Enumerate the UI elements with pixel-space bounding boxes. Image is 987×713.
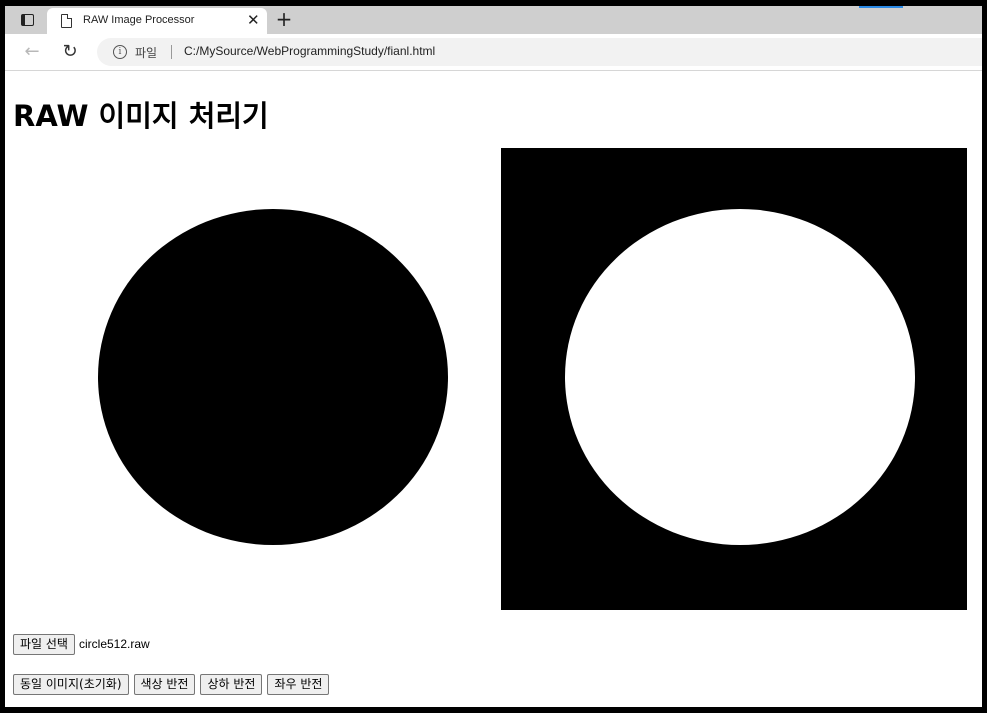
new-tab-icon[interactable]: + — [273, 8, 295, 30]
browser-tab[interactable]: RAW Image Processor ✕ — [47, 8, 267, 34]
page-content: RAW 이미지 처리기 파일 선택 circle512.raw 동일 이미지(초… — [5, 71, 982, 707]
white-circle — [565, 209, 915, 545]
selected-file-name: circle512.raw — [78, 637, 150, 651]
address-separator — [171, 45, 172, 59]
file-input: 파일 선택 circle512.raw — [13, 633, 150, 655]
original-image-canvas — [34, 148, 500, 610]
black-circle — [98, 209, 448, 545]
page-title: RAW 이미지 처리기 — [13, 99, 269, 133]
reset-image-button[interactable]: 동일 이미지(초기화) — [13, 674, 129, 695]
choose-file-button[interactable]: 파일 선택 — [13, 633, 75, 655]
accent-bar — [859, 6, 903, 8]
tab-actions-icon[interactable] — [13, 10, 41, 30]
reload-icon[interactable]: ↻ — [59, 41, 81, 63]
url-text[interactable]: C:/MySource/WebProgrammingStudy/fianl.ht… — [184, 44, 435, 58]
info-icon[interactable]: i — [113, 45, 127, 59]
flip-horizontal-button[interactable]: 좌우 반전 — [267, 674, 330, 695]
browser-window: RAW Image Processor ✕ + ← ↻ i 파일 C:/MySo… — [5, 6, 982, 707]
action-buttons: 동일 이미지(초기화) 색상 반전 상하 반전 좌우 반전 — [13, 674, 330, 696]
back-arrow-icon[interactable]: ← — [21, 41, 43, 63]
address-bar[interactable]: i 파일 C:/MySource/WebProgrammingStudy/fia… — [97, 38, 982, 66]
flip-vertical-button[interactable]: 상하 반전 — [200, 674, 263, 695]
tab-strip: RAW Image Processor ✕ + — [5, 6, 982, 34]
tab-title: RAW Image Processor — [83, 14, 195, 26]
document-icon — [61, 14, 72, 28]
invert-color-button[interactable]: 색상 반전 — [133, 674, 196, 695]
processed-image-canvas — [501, 148, 967, 610]
scheme-label: 파일 — [135, 46, 158, 60]
tab-close-icon[interactable]: ✕ — [247, 11, 260, 29]
address-toolbar: ← ↻ i 파일 C:/MySource/WebProgrammingStudy… — [5, 34, 982, 71]
